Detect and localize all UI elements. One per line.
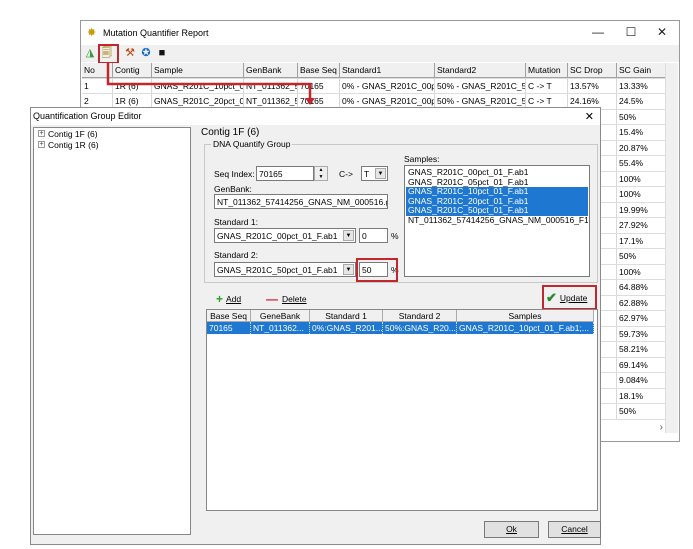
sample-item[interactable]: GNAS_R201C_20pct_01_F.ab1	[406, 196, 588, 206]
add-button[interactable]: + Add	[216, 292, 241, 306]
update-highlight	[542, 285, 597, 310]
delete-label: Delete	[282, 294, 307, 304]
standard1-select[interactable]: GNAS_R201C_00pct_01_F.ab1 ▼	[214, 228, 356, 243]
tree-item-contig-1r[interactable]: + Contig 1R (6)	[34, 139, 190, 150]
dialog-close-button[interactable]: ✕	[585, 110, 594, 123]
expand-icon[interactable]: +	[38, 130, 45, 137]
seq-index-label: Seq Index:	[214, 169, 255, 179]
table-cell: 70165	[207, 322, 251, 334]
contig-tree: + Contig 1F (6) + Contig 1R (6)	[33, 127, 191, 535]
genbank-label: GenBank:	[214, 184, 252, 194]
column-header[interactable]: GeneBank	[251, 310, 310, 322]
percent-label: %	[391, 231, 399, 241]
table-cell: 50%:GNAS_R20...	[383, 322, 457, 334]
chevron-down-icon[interactable]: ▼	[343, 230, 354, 241]
table-cell: NT_011362...	[251, 322, 310, 334]
samples-list[interactable]: GNAS_R201C_00pct_01_F.ab1 GNAS_R201C_05pc…	[404, 165, 590, 277]
expand-icon[interactable]: +	[38, 141, 45, 148]
column-header[interactable]: Standard 2	[383, 310, 457, 322]
standard2-select[interactable]: GNAS_R201C_50pct_01_F.ab1 ▼	[214, 262, 356, 277]
standard2-highlight	[356, 258, 398, 282]
tree-item-contig-1f[interactable]: + Contig 1F (6)	[34, 128, 190, 139]
tree-item-label: Contig 1F (6)	[48, 128, 98, 139]
sample-item[interactable]: GNAS_R201C_50pct_01_F.ab1	[406, 206, 588, 216]
table-cell: GNAS_R201C_10pct_01_F.ab1;...	[457, 322, 594, 334]
standard1-value: GNAS_R201C_00pct_01_F.ab1	[217, 231, 338, 241]
dialog-title: Quantification Group Editor	[31, 108, 600, 125]
sample-item[interactable]: NT_011362_57414256_GNAS_NM_000516_F11_	[406, 216, 588, 226]
group-table-header: Base Seq GeneBank Standard 1 Standard 2 Samp…	[207, 310, 597, 322]
group-table: Base Seq GeneBank Standard 1 Standard 2 Samp…	[206, 309, 598, 511]
cancel-button[interactable]: Cancel	[548, 521, 601, 538]
table-cell: 0%:GNAS_R201...	[310, 322, 383, 334]
seq-index-spinner[interactable]: ▲ ▼	[314, 166, 328, 181]
delete-button[interactable]: — Delete	[266, 292, 307, 306]
contig-heading: Contig 1F (6)	[201, 127, 260, 138]
ok-label: Ok	[506, 524, 517, 534]
sample-item[interactable]: GNAS_R201C_10pct_01_F.ab1	[406, 187, 588, 197]
standard2-value: GNAS_R201C_50pct_01_F.ab1	[217, 265, 338, 275]
samples-label: Samples:	[404, 154, 440, 164]
column-header[interactable]: Samples	[457, 310, 594, 322]
quantification-group-editor: Quantification Group Editor ✕ + Contig 1F…	[30, 107, 601, 545]
plus-icon: +	[216, 292, 224, 306]
sample-item[interactable]: GNAS_R201C_00pct_01_F.ab1	[406, 168, 588, 178]
group-table-row[interactable]: 70165 NT_011362... 0%:GNAS_R201... 50%:GNAS…	[207, 322, 597, 334]
genbank-input[interactable]: NT_011362_57414256_GNAS_NM_000516.gbk	[214, 194, 388, 209]
column-header[interactable]: Standard 1	[310, 310, 383, 322]
mutation-base-select[interactable]: T ▼	[361, 166, 388, 181]
seq-index-input[interactable]: 70165	[256, 166, 314, 181]
standard2-label: Standard 2:	[214, 250, 258, 260]
add-label: Add	[226, 294, 242, 304]
standard1-label: Standard 1:	[214, 217, 258, 227]
mutation-base-value: T	[364, 169, 370, 179]
tree-item-label: Contig 1R (6)	[48, 139, 99, 150]
column-header[interactable]: Base Seq	[207, 310, 251, 322]
sample-item[interactable]: GNAS_R201C_05pct_01_F.ab1	[406, 178, 588, 188]
group-title: DNA Quantify Group	[211, 139, 293, 149]
standard1-percent-input[interactable]: 0	[359, 228, 388, 243]
minus-icon: —	[266, 292, 278, 306]
cancel-label: Cancel	[561, 524, 588, 534]
ok-button[interactable]: Ok	[484, 521, 539, 538]
chevron-down-icon[interactable]: ▼	[343, 264, 354, 275]
chevron-down-icon[interactable]: ▼	[375, 168, 386, 179]
arrow-label: C->	[339, 169, 353, 179]
